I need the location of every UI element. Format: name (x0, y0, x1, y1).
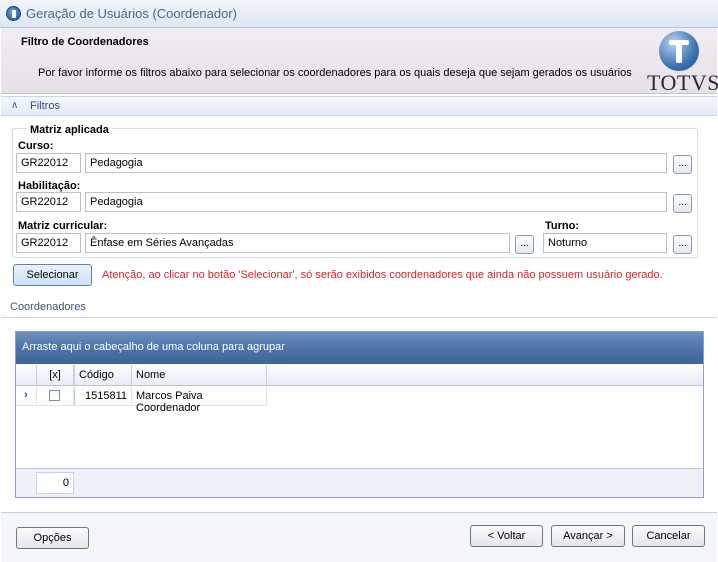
window-titlebar: Geração de Usuários (Coordenador) (0, 0, 718, 28)
coordenadores-grid: Arraste aqui o cabeçalho de uma coluna p… (15, 331, 704, 498)
table-row[interactable]: › 1515811 Marcos Paiva Coordenador (16, 387, 703, 414)
habilitacao-name-field[interactable]: Pedagogia (85, 192, 667, 212)
habilitacao-code-field[interactable]: GR22012 (16, 192, 81, 212)
back-button[interactable]: < Voltar (470, 525, 543, 547)
habilitacao-label: Habilitação: (18, 180, 81, 192)
habilitacao-lookup-button[interactable]: ... (673, 194, 692, 213)
logo-text: TOTVS (647, 70, 718, 95)
next-button[interactable]: Avançar > (551, 525, 625, 547)
row-codigo: 1515811 (74, 387, 132, 406)
row-checkbox[interactable] (49, 390, 60, 401)
wizard-header: Filtro de Coordenadores Por favor inform… (1, 28, 718, 95)
grid-header-row: [x] Código Nome (16, 365, 703, 386)
header-nome-column[interactable]: Nome (132, 365, 267, 385)
section-divider (1, 317, 717, 318)
filters-section-label: Filtros (30, 100, 60, 112)
curso-name-field[interactable]: Pedagogia (85, 153, 667, 173)
header-title: Filtro de Coordenadores (21, 36, 149, 48)
header-indicator-cell (16, 365, 37, 385)
filters-section-header[interactable]: ∧​ Filtros (1, 96, 717, 116)
group-by-panel[interactable]: Arraste aqui o cabeçalho de uma coluna p… (16, 332, 703, 364)
app-icon (6, 6, 21, 21)
select-button[interactable]: Selecionar (13, 264, 92, 286)
turno-label: Turno: (545, 220, 580, 232)
select-warning: Atenção, ao clicar no botão 'Selecionar'… (102, 269, 663, 281)
curso-label: Curso: (18, 140, 54, 152)
curso-lookup-button[interactable]: ... (673, 155, 692, 174)
curso-code-field[interactable]: GR22012 (16, 153, 81, 173)
header-check-column[interactable]: [x] (37, 365, 74, 385)
matriz-code-field[interactable]: GR22012 (16, 233, 81, 253)
collapse-chevron-icon[interactable]: ∧​ (11, 100, 18, 111)
options-button[interactable]: Opções (16, 527, 89, 549)
matriz-lookup-button[interactable]: ... (515, 235, 534, 254)
window-title: Geração de Usuários (Coordenador) (26, 6, 237, 21)
header-description: Por favor informe os filtros abaixo para… (38, 67, 632, 79)
turno-field[interactable]: Noturno (543, 233, 667, 253)
totvs-globe-icon (659, 31, 699, 71)
matriz-label: Matriz curricular: (18, 220, 108, 232)
row-indicator-icon: › (16, 387, 37, 406)
cancel-button[interactable]: Cancelar (632, 525, 705, 547)
turno-lookup-button[interactable]: ... (673, 235, 692, 254)
matriz-name-field[interactable]: Ênfase em Séries Avançadas (85, 233, 510, 253)
row-count: 0 (36, 472, 74, 494)
coordenadores-section-label: Coordenadores (10, 301, 86, 313)
totvs-logo: TOTVS (645, 30, 718, 95)
row-nome: Marcos Paiva Coordenador (132, 387, 267, 414)
header-codigo-column[interactable]: Código (74, 365, 132, 385)
grid-footer: 0 (16, 468, 703, 497)
matriz-aplicada-legend: Matriz aplicada (27, 124, 112, 136)
row-check-cell[interactable] (37, 387, 74, 406)
